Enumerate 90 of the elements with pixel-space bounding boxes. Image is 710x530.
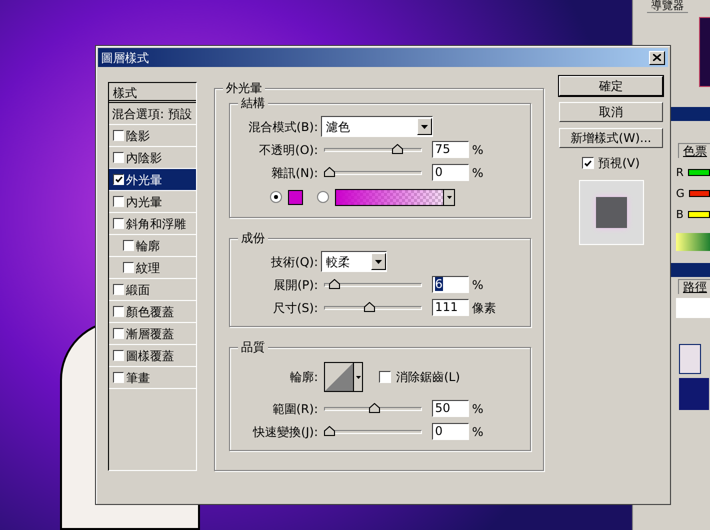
group-title: 結構 [238, 96, 268, 110]
checkbox[interactable] [113, 372, 124, 383]
style-list-item[interactable]: 漸層覆蓋 [109, 323, 196, 345]
style-list-item[interactable]: 斜角和浮雕 [109, 213, 196, 235]
checkbox[interactable] [379, 371, 391, 383]
close-icon [653, 54, 661, 61]
unit-label: 像素 [472, 300, 496, 316]
checkbox[interactable] [113, 328, 124, 339]
contour-curve-icon [325, 363, 353, 391]
navigator-preview [699, 17, 710, 87]
input-field[interactable]: 0 [432, 423, 469, 440]
style-list-item[interactable]: 圖樣覆蓋 [109, 345, 196, 367]
dialog-button[interactable]: 取消 [559, 102, 663, 122]
checkbox-label: 消除鋸齒(L) [396, 369, 460, 386]
field-label: 展開(P): [272, 276, 318, 294]
caret-icon [421, 124, 428, 128]
input-field[interactable]: 6 [432, 276, 469, 293]
field-label: 雜訊(N): [270, 164, 318, 182]
dropdown[interactable]: 濾色 [321, 116, 433, 137]
field-label: 範圍(R): [271, 400, 318, 418]
group-title: 外光暈 [223, 81, 265, 95]
input-field[interactable]: 50 [432, 400, 469, 417]
panel-tab[interactable]: 色票 [678, 143, 710, 158]
contour-picker[interactable] [324, 362, 363, 392]
caret-icon [356, 376, 360, 378]
unit-label: % [472, 276, 484, 294]
slider-thumb[interactable] [369, 402, 380, 412]
radio-button[interactable] [270, 191, 282, 203]
input-field[interactable]: 75 [432, 141, 469, 158]
unit-label: % [472, 400, 484, 418]
group-title: 品質 [238, 340, 268, 354]
slider-thumb[interactable] [364, 302, 375, 312]
list-header: 樣式 [109, 83, 196, 103]
style-list-item[interactable]: 混合選項: 預設 [109, 103, 196, 125]
slider-thumb[interactable] [324, 426, 335, 436]
style-list-item[interactable]: 紋理 [109, 257, 196, 279]
checkbox[interactable] [113, 196, 124, 207]
slider-thumb[interactable] [324, 166, 335, 176]
style-list-item[interactable]: 陰影 [109, 125, 196, 147]
close-button[interactable] [649, 50, 665, 64]
style-list-item[interactable]: 外光暈 [109, 169, 196, 191]
style-list-item[interactable]: 輪廓 [109, 235, 196, 257]
checkbox[interactable] [113, 152, 124, 163]
caret-icon [375, 260, 382, 264]
field-label: 混合模式(B): [247, 118, 318, 136]
channel-label: B [676, 208, 684, 221]
dialog-button[interactable]: 新增樣式(W)... [559, 128, 663, 148]
checkbox-label: 預視(V) [598, 155, 640, 172]
checkbox[interactable] [113, 306, 124, 317]
checkbox[interactable] [113, 350, 124, 361]
unit-label: % [472, 424, 484, 440]
checkbox[interactable] [113, 218, 124, 229]
unit-label: % [472, 142, 484, 158]
field-label: 技術(Q): [270, 254, 318, 270]
radio-button[interactable] [317, 191, 329, 203]
checkbox[interactable] [123, 262, 134, 273]
field-label: 尺寸(S): [272, 300, 318, 316]
dialog-button[interactable]: 確定 [559, 76, 663, 96]
checkbox[interactable] [113, 174, 124, 185]
style-list-item[interactable]: 內光暈 [109, 191, 196, 213]
style-list-item[interactable]: 筆畫 [109, 367, 196, 389]
panel-tab[interactable]: 路徑 [678, 279, 710, 294]
color-ramp [676, 233, 710, 251]
field-label: 不透明(O): [258, 142, 318, 158]
channel-label: R [676, 166, 684, 179]
slider-thumb[interactable] [392, 144, 402, 154]
panel-list [676, 298, 710, 318]
channel-label: G [676, 187, 685, 200]
panel-tab[interactable]: 導覽器 [647, 0, 688, 13]
checkbox[interactable] [123, 240, 134, 251]
checkbox[interactable] [582, 157, 594, 169]
color-swatch[interactable] [288, 190, 303, 204]
checkbox[interactable] [113, 130, 124, 141]
style-list-item[interactable]: 緞面 [109, 279, 196, 301]
style-list-item[interactable]: 顏色覆蓋 [109, 301, 196, 323]
unit-label: % [472, 164, 484, 182]
layer-thumbnail[interactable] [679, 378, 709, 410]
field-label: 輪廓: [288, 369, 318, 386]
slider-thumb[interactable] [329, 278, 340, 288]
input-field[interactable]: 111 [432, 299, 469, 316]
preview-swatch [596, 197, 626, 228]
checkbox[interactable] [113, 284, 124, 295]
caret-icon [446, 196, 452, 198]
field-label: 快速變換(J): [252, 424, 318, 440]
gradient-picker[interactable] [335, 188, 455, 206]
window-title: 圖層樣式 [101, 50, 149, 66]
layer-thumbnail[interactable] [679, 344, 701, 374]
dropdown[interactable]: 較柔 [321, 251, 387, 272]
group-title: 成份 [238, 231, 268, 245]
input-field[interactable]: 0 [432, 164, 469, 181]
